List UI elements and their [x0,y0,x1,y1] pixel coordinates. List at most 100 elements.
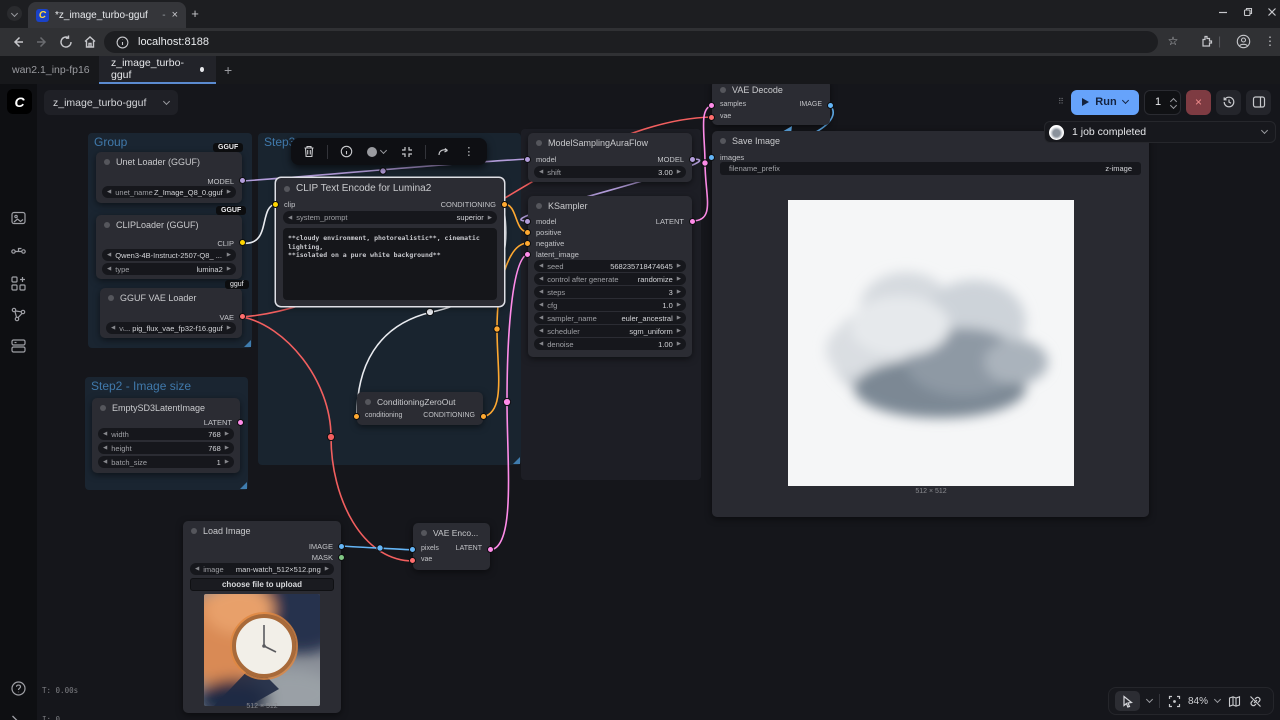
widget-left-arrow[interactable]: ◀ [539,328,543,334]
node-empty-sd3-latent[interactable]: EmptySD3LatentImage LATENT ◀width768▶ ◀h… [92,398,240,473]
widget-left-arrow[interactable]: ◀ [539,263,543,269]
collapse-dot[interactable] [108,295,114,301]
model-library-icon[interactable] [10,306,27,323]
workflow-tab-zimage[interactable]: z_image_turbo-gguf [99,56,216,84]
prompt-textarea[interactable]: **cloudy environment, photorealistic**, … [283,228,497,300]
drag-handle-icon[interactable]: ⠿ [1058,100,1066,104]
address-bar[interactable]: localhost:8188 [104,31,1158,53]
home-button[interactable] [82,34,98,50]
widget-image-file[interactable]: ◀ image man-watch_512×512.png ▶ [190,563,334,575]
minimap-icon[interactable] [1227,694,1241,708]
browser-menu-icon[interactable]: ⋮ [1262,34,1278,50]
widget-cfg[interactable]: ◀cfg1.0▶ [534,299,686,311]
queue-gallery-icon[interactable] [10,210,27,227]
site-info-icon[interactable] [116,36,129,49]
collapse-dot[interactable] [104,222,110,228]
chevron-down-icon[interactable] [1261,127,1268,134]
node-conditioning-zero-out[interactable]: ConditioningZeroOut conditioning CONDITI… [357,392,483,425]
widget-seed[interactable]: ◀seed568235718474645▶ [534,260,686,272]
widget-right-arrow[interactable]: ▶ [677,302,681,308]
reload-button[interactable] [58,34,74,50]
widget-right-arrow[interactable]: ▶ [677,315,681,321]
node-clip-loader[interactable]: CLIPLoader (GGUF) CLIP ◀ Qwen3-4B-Instru… [96,215,242,279]
collapse-dot[interactable] [421,530,427,536]
zoom-level[interactable]: 84% [1188,696,1208,707]
widget-height[interactable]: ◀height768▶ [98,442,234,454]
widget-right-arrow[interactable]: ▶ [227,325,231,331]
node-unet-loader[interactable]: Unet Loader (GGUF) MODEL ◀ unet_name Z_I… [96,152,242,203]
widget-left-arrow[interactable]: ◀ [111,325,115,331]
widget-clip-name[interactable]: ◀ Qwen3-4B-Instruct-2507-Q8_ ... ▶ [102,249,236,261]
collapse-dot[interactable] [536,140,542,146]
widget-control-after-generate[interactable]: ◀control after generaterandomize▶ [534,273,686,285]
port-positive-in[interactable] [524,229,531,236]
tab-close-icon[interactable]: × [172,10,178,21]
collapse-dot[interactable] [104,159,110,165]
fit-view-icon[interactable] [1167,694,1181,708]
port-conditioning-in[interactable] [353,413,360,420]
node-model-sampling-auraflow[interactable]: ModelSamplingAuraFlow model MODEL ◀ shif… [528,133,692,182]
watch-photo[interactable] [204,594,320,706]
widget-left-arrow[interactable]: ◀ [103,431,107,437]
widget-width[interactable]: ◀width768▶ [98,428,234,440]
port-pixels-in[interactable] [409,546,416,553]
widget-clip-type[interactable]: ◀ type lumina2 ▶ [102,263,236,275]
port-model-in[interactable] [524,156,531,163]
info-icon[interactable] [339,145,353,159]
collapse-dot[interactable] [720,138,726,144]
forward-button[interactable] [34,34,50,50]
port-model-in[interactable] [524,218,531,225]
widget-right-arrow[interactable]: ▶ [325,566,329,572]
widget-right-arrow[interactable]: ▶ [488,215,492,221]
port-negative-in[interactable] [524,240,531,247]
widget-right-arrow[interactable]: ▶ [227,266,231,272]
port-latent-out[interactable] [689,218,696,225]
widget-steps[interactable]: ◀steps3▶ [534,286,686,298]
node-clip-text-encode[interactable]: CLIP Text Encode for Lumina2 clip CONDIT… [276,178,504,306]
port-image-out[interactable] [338,543,345,550]
port-latent-out[interactable] [237,419,244,426]
job-result-thumbnail[interactable] [1049,125,1064,140]
port-model-out[interactable] [689,156,696,163]
widget-denoise[interactable]: ◀denoise1.00▶ [534,338,686,350]
port-vae-in[interactable] [409,557,416,564]
count-steppers[interactable] [1171,96,1180,108]
workflow-selector-dropdown[interactable]: z_image_turbo-gguf [44,90,178,115]
widget-left-arrow[interactable]: ◀ [539,169,543,175]
widget-right-arrow[interactable]: ▶ [225,431,229,437]
widget-right-arrow[interactable]: ▶ [227,189,231,195]
port-images-in[interactable] [708,154,715,161]
widget-left-arrow[interactable]: ◀ [539,315,543,321]
port-clip-in[interactable] [272,201,279,208]
terminal-icon[interactable] [10,712,27,720]
node-color-picker[interactable] [364,145,388,159]
port-samples-in[interactable] [708,102,715,109]
widget-left-arrow[interactable]: ◀ [288,215,292,221]
widget-filename-prefix[interactable]: filename_prefix z-image [720,162,1141,175]
url-text[interactable]: localhost:8188 [138,36,209,48]
panel-toggle-button[interactable] [1246,90,1271,115]
collapse-dot[interactable] [365,399,371,405]
batch-count-input[interactable]: 1 [1144,90,1181,115]
node-library-icon[interactable] [10,275,27,292]
history-button[interactable] [1216,90,1241,115]
collapse-dot[interactable] [100,405,106,411]
toggle-links-icon[interactable] [1248,694,1262,708]
collapse-dot[interactable] [191,528,197,534]
widget-left-arrow[interactable]: ◀ [539,289,543,295]
back-button[interactable] [10,34,26,50]
node-ksampler[interactable]: KSampler model positive negative latent_… [528,196,692,357]
window-close-button[interactable] [1265,7,1279,21]
choose-file-button[interactable]: choose file to upload [190,578,334,591]
widget-batch-size[interactable]: ◀batch_size1▶ [98,456,234,468]
node-link-icon[interactable] [10,243,27,260]
workflows-icon[interactable] [10,337,27,354]
widget-left-arrow[interactable]: ◀ [539,302,543,308]
widget-right-arrow[interactable]: ▶ [677,289,681,295]
widget-unet-name[interactable]: ◀ unet_name Z_Image_Q8_0.gguf ▶ [102,186,236,198]
widget-right-arrow[interactable]: ▶ [677,169,681,175]
widget-right-arrow[interactable]: ▶ [677,263,681,269]
extensions-icon[interactable] [1199,34,1215,50]
collapse-node-icon[interactable] [400,145,414,159]
widget-system-prompt[interactable]: ◀ system_prompt superior ▶ [283,211,497,224]
